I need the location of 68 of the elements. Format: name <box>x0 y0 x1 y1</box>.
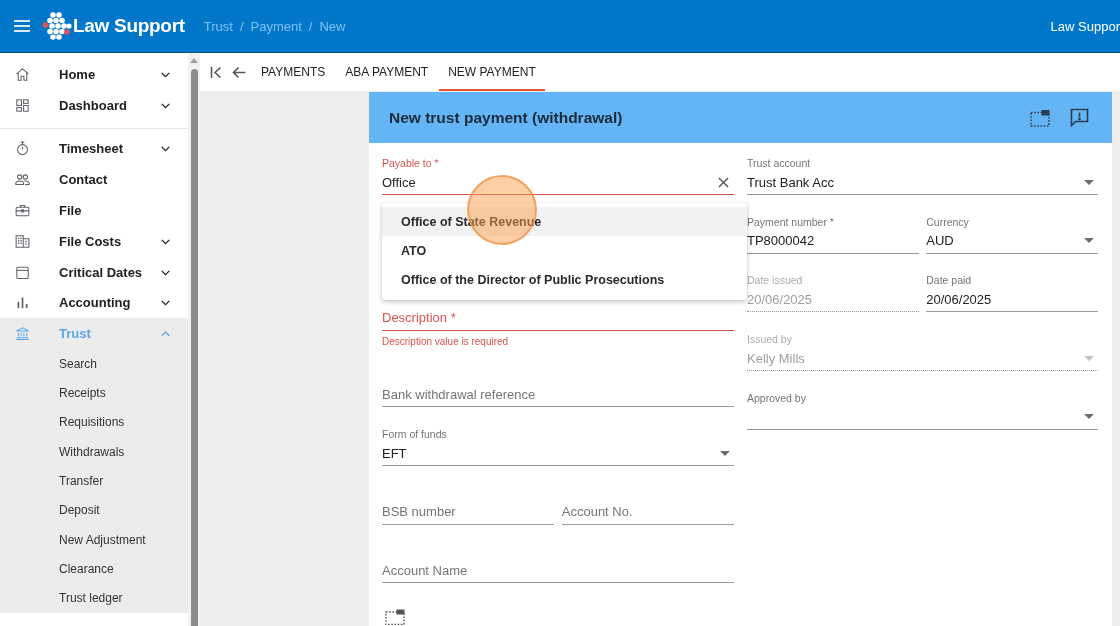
dotted-frame-icon[interactable] <box>385 609 405 626</box>
field-label: Issued by <box>747 333 792 346</box>
select-field[interactable]: Trust Bank Acc <box>747 170 1098 195</box>
scrollbar[interactable] <box>188 53 200 626</box>
input-field[interactable]: Bank withdrawal reference <box>382 382 734 408</box>
field-label: Approved by <box>747 391 806 404</box>
caret-down-icon <box>1084 355 1094 361</box>
suggestion-option[interactable]: Office of State Revenue <box>382 207 747 236</box>
field-label: Trust account <box>747 157 811 169</box>
input-field[interactable]: BSB number <box>382 499 555 525</box>
nav-subitem[interactable]: Withdrawals <box>0 437 188 467</box>
nav-subitem[interactable]: Deposit <box>0 495 188 525</box>
speech-bubble-icon[interactable] <box>1070 108 1089 127</box>
suggestion-option[interactable]: ATO <box>382 236 747 265</box>
dotted-frame-icon[interactable] <box>1030 108 1050 127</box>
nav-item[interactable]: File Costs <box>0 226 188 257</box>
nav-item[interactable]: Contact <box>0 164 188 196</box>
nav-subitem[interactable]: Search <box>0 349 188 379</box>
caret-down-icon <box>1084 238 1094 244</box>
input-field[interactable]: TP8000042 <box>747 228 919 254</box>
user-name[interactable]: Law Suppor <box>1050 18 1120 34</box>
input-field[interactable]: Account No. <box>561 499 734 525</box>
back-arrow-icon[interactable] <box>232 65 246 79</box>
menu-icon[interactable] <box>14 20 30 32</box>
stopwatch-icon <box>14 140 31 158</box>
nav-subitem[interactable]: Clearance <box>0 554 188 584</box>
input-field[interactable]: Office <box>382 170 734 195</box>
close-icon[interactable] <box>718 177 729 188</box>
select-field[interactable]: AUD <box>926 228 1098 254</box>
nav-item[interactable]: File <box>0 195 188 226</box>
field-label: Date paid <box>926 274 972 287</box>
input-field[interactable]: Description * <box>382 305 734 331</box>
nav-subitem[interactable]: Requisitions <box>0 407 188 438</box>
caret-down-icon <box>1084 179 1094 185</box>
nav-item[interactable]: Accounting <box>0 287 188 319</box>
nav-item[interactable]: Timesheet <box>0 133 188 165</box>
input-field[interactable]: 20/06/2025 <box>926 287 1098 313</box>
app-name: Law Support <box>73 15 185 37</box>
field-label: Payment number * <box>747 215 834 228</box>
logo-icon <box>42 11 72 41</box>
dashboard-icon <box>14 96 31 114</box>
tab[interactable]: ABA PAYMENT <box>336 53 438 91</box>
field-label: Payable to * <box>382 157 439 169</box>
select-field[interactable]: EFT <box>382 441 734 467</box>
error-message: Description value is required <box>382 334 509 349</box>
field-label: Date issued <box>747 274 803 287</box>
building-icon <box>14 232 31 250</box>
tab[interactable]: PAYMENTS <box>252 53 335 91</box>
nav-subitem[interactable]: Transfer <box>0 466 188 496</box>
caret-down-icon <box>720 450 730 456</box>
bank-icon <box>14 325 31 343</box>
breadcrumb-separator: / <box>308 18 313 34</box>
home-icon <box>14 65 31 83</box>
field-label: Currency <box>926 215 969 228</box>
caret-down-icon <box>1084 414 1094 420</box>
nav-subitem[interactable]: Receipts <box>0 378 188 408</box>
card-title: New trust payment (withdrawal) <box>389 108 624 127</box>
first-page-icon[interactable] <box>210 65 222 79</box>
nav-subitem[interactable]: New Adjustment <box>0 524 188 555</box>
nav-item[interactable]: Critical Dates <box>0 256 188 288</box>
field-label: Form of funds <box>382 428 447 441</box>
scrollbar-thumb[interactable] <box>190 69 198 626</box>
nav-item[interactable]: Home <box>0 59 188 90</box>
breadcrumb-separator: / <box>239 18 244 34</box>
suggestion-option[interactable]: Office of the Director of Public Prosecutions <box>382 265 747 294</box>
nav-item[interactable]: Dashboard <box>0 89 188 121</box>
nav-subitem[interactable]: Trust ledger <box>0 583 188 613</box>
input-field[interactable]: Account Name <box>382 558 734 584</box>
